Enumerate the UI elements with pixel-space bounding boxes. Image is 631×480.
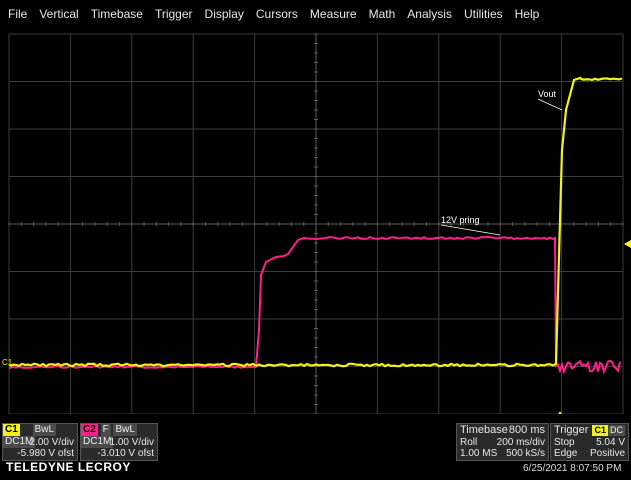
timebase-points: 1.00 MS — [460, 448, 497, 459]
menu-measure[interactable]: Measure — [304, 7, 363, 21]
menu-math[interactable]: Math — [363, 7, 402, 21]
trigger-level: 5.04 V — [596, 437, 625, 448]
ch2-flag: F — [101, 424, 111, 436]
trigger-source: C1 — [592, 425, 608, 436]
trigger-title: Trigger — [554, 425, 588, 436]
ch2-coupling: DC1M — [81, 436, 113, 448]
trigger-slope: Positive — [590, 448, 625, 459]
channel-2-descriptor[interactable]: C2 F BwL DC1M 1.00 V/div -3.010 V ofst — [80, 423, 158, 461]
ch2-vdiv: 1.00 V/div — [110, 437, 154, 448]
menu-cursors[interactable]: Cursors — [250, 7, 304, 21]
timebase-rate: 500 kS/s — [506, 448, 545, 459]
ch1-marker[interactable]: C1 — [2, 358, 13, 367]
ch2-name: C2 — [81, 424, 98, 436]
menu-analysis[interactable]: Analysis — [401, 7, 458, 21]
ch1-vdiv: 2.00 V/div — [30, 437, 74, 448]
menu-display[interactable]: Display — [199, 7, 250, 21]
pring-label: 12V pring — [441, 215, 480, 225]
timebase-mode: Roll — [460, 437, 477, 448]
ch1-name: C1 — [3, 424, 20, 436]
timebase-descriptor[interactable]: Timebase 800 ms Roll 200 ms/div 1.00 MS … — [456, 423, 549, 461]
ch1-bw: BwL — [33, 424, 56, 436]
menu-file[interactable]: File — [0, 7, 33, 21]
trigger-descriptor[interactable]: Trigger C1 DC Stop 5.04 V Edge Positive — [550, 423, 629, 461]
menu-utilities[interactable]: Utilities — [458, 7, 509, 21]
menu-bar: File Vertical Timebase Trigger Display Cursor… — [0, 0, 631, 28]
brand-logo: TELEDYNE LECROY — [6, 460, 131, 474]
timestamp: 6/25/2021 8:07:50 PM — [523, 463, 621, 474]
ch1-offset: -5.980 V ofst — [17, 448, 74, 459]
trigger-state: Stop — [554, 437, 575, 448]
ch2-bw: BwL — [113, 424, 136, 436]
menu-trigger[interactable]: Trigger — [149, 7, 199, 21]
timebase-title: Timebase — [460, 425, 508, 436]
timebase-sdiv: 200 ms/div — [497, 437, 545, 448]
menu-timebase[interactable]: Timebase — [85, 7, 149, 21]
trigger-coupling: DC — [608, 425, 625, 436]
ch2-offset: -3.010 V ofst — [97, 448, 154, 459]
menu-vertical[interactable]: Vertical — [33, 7, 84, 21]
scope-display[interactable]: Vout 12V pring C1 — [0, 30, 631, 414]
menu-help[interactable]: Help — [509, 7, 546, 21]
channel-1-descriptor[interactable]: C1 BwL DC1M 2.00 V/div -5.980 V ofst — [2, 423, 78, 461]
vout-label: Vout — [538, 89, 557, 99]
timebase-value: 800 ms — [509, 425, 545, 436]
trigger-type: Edge — [554, 448, 577, 459]
